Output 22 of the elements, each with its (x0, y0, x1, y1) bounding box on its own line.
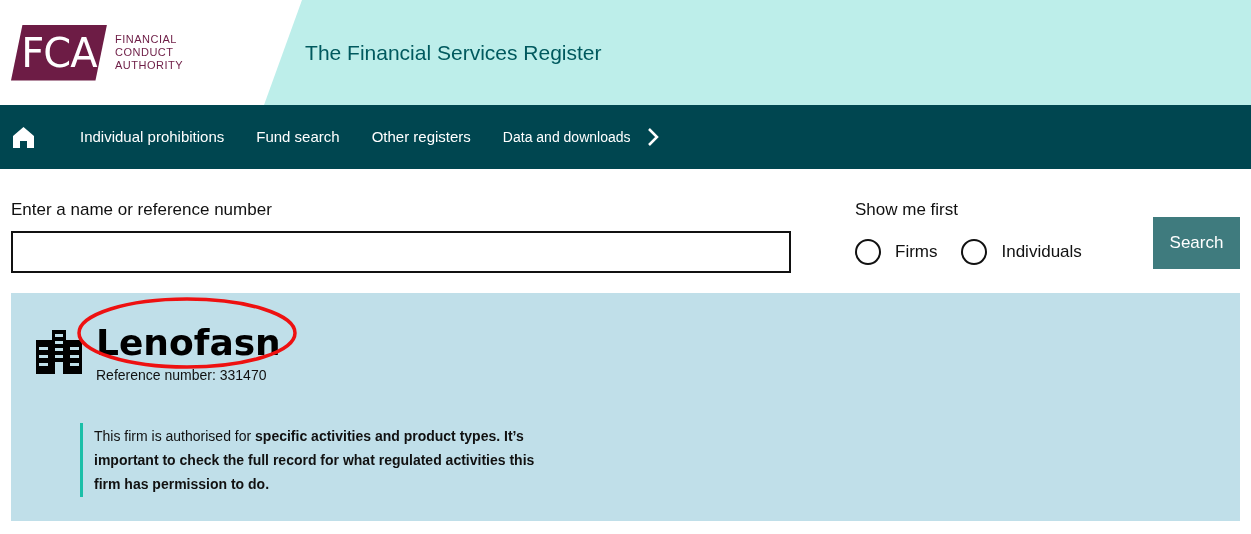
logo-text: AUTHORITY (115, 59, 184, 72)
nav-link[interactable]: Other registers (355, 125, 487, 149)
show-me-first-label: Show me first (855, 199, 959, 221)
authorisation-notice: This firm is authorised for specific activities and product types. It’s important to check the full record for what regulated activities this firm has permission to do. (94, 427, 536, 494)
logo-text: FINANCIAL (115, 33, 178, 46)
nav-link[interactable]: Data and downloads (486, 126, 647, 148)
radio-button[interactable] (961, 238, 988, 265)
site-title: The Financial Services Register (305, 39, 602, 66)
radio-label: Individuals (1001, 240, 1082, 263)
logo-text: CONDUCT (115, 46, 175, 59)
home-icon[interactable] (13, 126, 34, 148)
search-label: Enter a name or reference number (11, 199, 273, 221)
radio-button[interactable] (855, 238, 881, 265)
firm-name: Lenofasn (96, 323, 281, 363)
nav-link[interactable]: Individual prohibitions (64, 125, 241, 149)
nav-link[interactable]: Fund search (240, 125, 356, 149)
reference-number: Reference number: 331470 (96, 366, 268, 385)
building-icon (36, 330, 82, 374)
chevron-right-icon[interactable] (646, 127, 659, 147)
search-field[interactable] (11, 230, 791, 273)
search-button[interactable]: Search (1153, 217, 1240, 269)
radio-label: Firms (895, 240, 938, 263)
